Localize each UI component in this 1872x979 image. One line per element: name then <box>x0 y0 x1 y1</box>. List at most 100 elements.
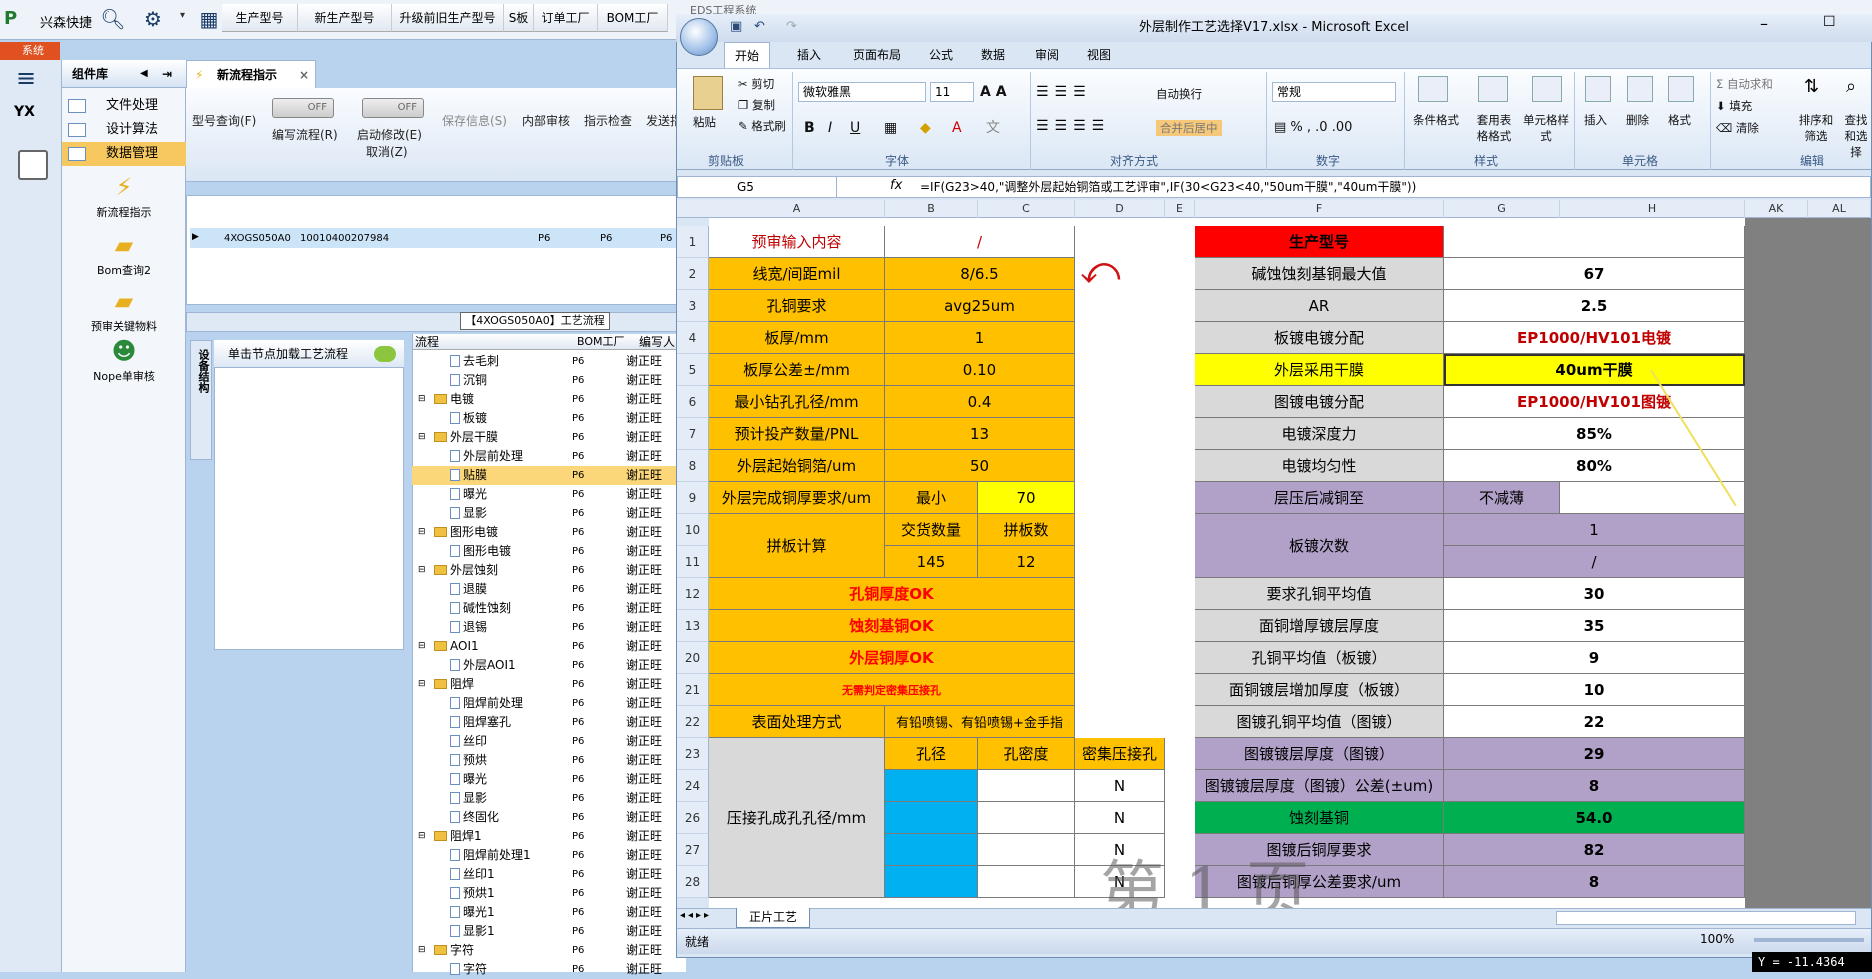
zoom-slider[interactable] <box>1754 938 1864 942</box>
tree-header-bom[interactable]: BOM工厂 <box>577 334 629 350</box>
label-cell[interactable]: 层压后减铜至 <box>1195 482 1444 514</box>
value-cell[interactable]: 1 <box>1444 514 1745 546</box>
value-cell[interactable]: 1 <box>885 322 1075 354</box>
value-cell[interactable]: 13 <box>885 418 1075 450</box>
grid-header[interactable]: 升级前旧生产型号 <box>392 4 504 32</box>
label-cell[interactable]: 拼板计算 <box>709 514 885 578</box>
quick-access-save-icon[interactable]: ▣ <box>730 19 742 34</box>
tree-node[interactable]: 阻焊塞孔 P6 谢正旺 <box>412 713 686 732</box>
row-header[interactable]: 28 <box>677 866 709 898</box>
label-cell[interactable]: 外层完成铜厚要求/um <box>709 482 885 514</box>
cell-model[interactable]: 4XOGS050A0 <box>224 233 291 244</box>
equipment-structure-tab[interactable]: 设备结构 <box>190 340 212 460</box>
find-select-button[interactable]: 查找和选择 <box>1840 112 1872 160</box>
row-header[interactable]: 7 <box>677 418 709 450</box>
tree-node[interactable]: 退膜 P6 谢正旺 <box>412 580 686 599</box>
grid-header[interactable]: BOM工厂 <box>598 4 668 32</box>
input-cell[interactable] <box>885 770 978 802</box>
column-header[interactable]: C <box>978 200 1075 218</box>
copy-button[interactable]: ❐ 复制 <box>738 97 775 113</box>
value-cell[interactable]: 85% <box>1444 418 1745 450</box>
label-cell[interactable]: 板镀电镀分配 <box>1195 322 1444 354</box>
row-header[interactable]: 2 <box>677 258 709 290</box>
redo-icon[interactable]: ↷ <box>786 19 797 34</box>
label-cell[interactable]: 图镀镀层厚度（图镀）公差(±um) <box>1195 770 1444 802</box>
value-cell[interactable]: 0.10 <box>885 354 1075 386</box>
tree-node[interactable]: 碱性蚀刻 P6 谢正旺 <box>412 599 686 618</box>
fill-button[interactable]: ⬇ 填充 <box>1716 98 1752 114</box>
cell-style-icon[interactable] <box>1532 76 1562 102</box>
value-cell[interactable]: 9 <box>1444 642 1745 674</box>
tree-node[interactable]: 丝印1 P6 谢正旺 <box>412 865 686 884</box>
tree-node[interactable]: 外层蚀刻 ⊟ P6 谢正旺 <box>412 561 686 580</box>
settings-wheel-icon[interactable]: ⚙ <box>140 6 166 32</box>
grid-header[interactable]: 新生产型号 <box>298 4 392 32</box>
find-icon[interactable]: ⌕ <box>1846 76 1872 102</box>
bold-button[interactable]: B <box>804 120 815 136</box>
value-cell[interactable]: 0.4 <box>885 386 1075 418</box>
status-cell[interactable]: 蚀刻基铜OK <box>709 610 1075 642</box>
row-header[interactable]: 9 <box>677 482 709 514</box>
tree-node[interactable]: 阻焊前处理 P6 谢正旺 <box>412 694 686 713</box>
row-header[interactable]: 8 <box>677 450 709 482</box>
tree-node[interactable]: 显影 P6 谢正旺 <box>412 504 686 523</box>
label-cell[interactable]: 电镀深度力 <box>1195 418 1444 450</box>
tree-node[interactable]: 显影 P6 谢正旺 <box>412 789 686 808</box>
tree-node[interactable]: 外层AOI1 P6 谢正旺 <box>412 656 686 675</box>
row-header[interactable]: 10 <box>677 514 709 546</box>
merge-center-button[interactable]: 合并后居中 <box>1156 120 1222 136</box>
ribbon-tab[interactable]: 插入 <box>786 42 832 68</box>
clear-button[interactable]: ⌫ 清除 <box>1716 120 1759 136</box>
label-cell[interactable]: 图镀孔铜平均值（图镀） <box>1195 706 1444 738</box>
wrap-text-button[interactable]: 自动换行 <box>1156 86 1202 102</box>
tree-node[interactable]: 去毛刺 P6 谢正旺 <box>412 352 686 371</box>
value-cell[interactable]: 有铅喷锡、有铅喷锡+金手指 <box>885 706 1075 738</box>
row-header[interactable]: 26 <box>677 802 709 834</box>
label-cell[interactable]: 孔铜平均值（板镀） <box>1195 642 1444 674</box>
font-name-select[interactable]: 微软雅黑 <box>798 82 926 102</box>
column-header[interactable]: E <box>1165 200 1195 218</box>
edit-flow-button[interactable]: 编写流程(R) <box>272 126 338 143</box>
cancel-edit-button[interactable]: 取消(Z) <box>366 143 408 160</box>
label-cell[interactable]: 面铜镀层增加厚度（板镀） <box>1195 674 1444 706</box>
value-cell[interactable]: / <box>1444 546 1745 578</box>
value-cell[interactable] <box>1444 226 1745 258</box>
horizontal-align-buttons[interactable]: ☰☰☰☰ <box>1036 118 1148 138</box>
comp-item-algorithm[interactable]: 设计算法 <box>62 118 186 142</box>
number-format-select[interactable]: 常规 <box>1272 82 1396 102</box>
new-flow-shortcut[interactable]: ⚡ 新流程指示 <box>62 172 186 220</box>
input-cell[interactable] <box>885 866 978 898</box>
row-header[interactable]: 21 <box>677 674 709 706</box>
grid-header[interactable]: 生产型号 <box>222 4 298 32</box>
sheet-nav-icon[interactable]: ◂◂▸▸ <box>680 910 712 921</box>
expand-icon[interactable]: ⊟ <box>418 827 426 846</box>
comp-item-data[interactable]: 数据管理 <box>62 142 186 166</box>
grow-font-button[interactable]: A A <box>980 84 1007 100</box>
input-cell[interactable] <box>978 802 1075 834</box>
input-cell[interactable] <box>978 834 1075 866</box>
insert-cells-button[interactable]: 插入 <box>1584 112 1607 128</box>
column-header[interactable]: AK <box>1745 200 1808 218</box>
tree-node[interactable]: 外层干膜 ⊟ P6 谢正旺 <box>412 428 686 447</box>
pin-icon[interactable]: ⇥ <box>162 60 172 88</box>
office-button[interactable] <box>680 18 718 56</box>
process-splitter[interactable] <box>186 312 686 332</box>
chevron-down-icon[interactable]: ▾ <box>180 10 185 21</box>
row-header[interactable]: 12 <box>677 578 709 610</box>
label-cell[interactable]: 板厚公差±/mm <box>709 354 885 386</box>
row-header[interactable]: 3 <box>677 290 709 322</box>
tree-node[interactable]: 显影1 P6 谢正旺 <box>412 922 686 941</box>
value-cell[interactable]: 30 <box>1444 578 1745 610</box>
row-header[interactable]: 11 <box>677 546 709 578</box>
label-cell[interactable]: 最小钻孔孔径/mm <box>709 386 885 418</box>
paste-button[interactable]: 粘贴 <box>693 114 716 130</box>
ribbon-tab[interactable]: 开始 <box>724 42 770 68</box>
expand-icon[interactable]: ⊟ <box>418 675 426 694</box>
search-icon[interactable]: 🔍︎ <box>100 6 126 32</box>
row-header[interactable]: 20 <box>677 642 709 674</box>
cell-sboard[interactable]: P6 <box>538 233 550 244</box>
value-cell[interactable]: 不减薄 <box>1444 482 1560 514</box>
ribbon-tab[interactable]: 数据 <box>970 42 1016 68</box>
label-cell[interactable]: 孔铜要求 <box>709 290 885 322</box>
cell-a1[interactable]: 预审输入内容 <box>709 226 885 258</box>
